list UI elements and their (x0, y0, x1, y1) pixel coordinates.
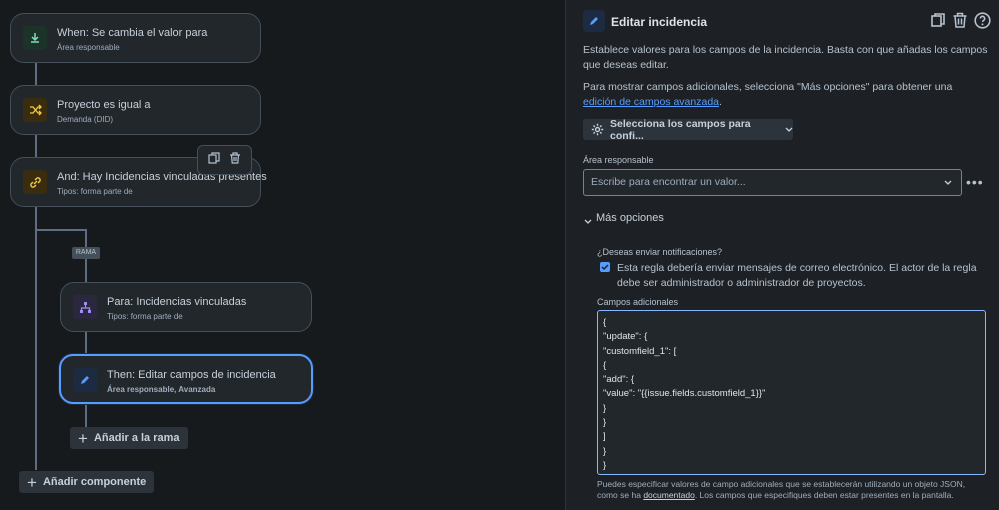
area-responsable-select[interactable]: Escribe para encontrar un valor... (583, 169, 962, 196)
field-label: Área responsable (583, 155, 654, 165)
plus-icon: + (78, 428, 88, 448)
trash-icon[interactable] (952, 12, 968, 34)
connector (35, 206, 37, 470)
card-toolbar (197, 145, 252, 175)
connector (35, 134, 37, 158)
chevron-down-icon (944, 170, 952, 195)
add-to-branch-label: Añadir a la rama (93, 432, 180, 444)
add-component-button[interactable]: + Añadir componente (19, 471, 155, 493)
connector (35, 62, 37, 86)
add-component-label: Añadir componente (42, 476, 147, 488)
advanced-edit-link[interactable]: edición de campos avanzada (583, 96, 719, 108)
branch-icon (73, 295, 97, 319)
rule-canvas: When: Se cambia el valor para Área respo… (0, 0, 565, 510)
panel-actions (930, 12, 991, 34)
help-text: Puedes especificar valores de campo adic… (597, 479, 986, 501)
help-icon[interactable] (974, 12, 991, 34)
rule-card-branch[interactable]: Para: Incidencias vinculadas Tipos: form… (60, 282, 312, 332)
add-to-branch-button[interactable]: + Añadir a la rama (70, 427, 188, 449)
connector (85, 331, 87, 355)
rule-card-action-selected[interactable]: Then: Editar campos de incidencia Área r… (59, 354, 313, 404)
select-fields-button[interactable]: Selecciona los campos para confi... (583, 117, 793, 142)
edit-issue-panel: Editar incidencia Establece valores para… (565, 0, 999, 510)
plus-icon: + (27, 472, 37, 492)
pencil-icon (583, 10, 605, 32)
additional-fields-json-input[interactable]: { "update": { "customfield_1": [ { "add"… (597, 310, 986, 475)
rule-card-trigger[interactable]: When: Se cambia el valor para Área respo… (10, 13, 261, 63)
select-fields-label: Selecciona los campos para confi... (610, 117, 751, 142)
card-title: Proyecto es igual a (57, 99, 151, 111)
gear-icon (591, 123, 604, 136)
branch-label: RAMA (72, 247, 100, 259)
notify-question: ¿Deseas enviar notificaciones? (597, 247, 723, 257)
notify-checkbox[interactable] (600, 262, 610, 272)
connector (35, 229, 87, 231)
more-options-label: Más opciones (596, 212, 664, 224)
select-placeholder: Escribe para encontrar un valor... (591, 176, 746, 188)
pencil-icon (73, 368, 97, 392)
duplicate-icon[interactable] (930, 12, 946, 34)
chevron-down-icon (785, 127, 793, 132)
chevron-down-icon (584, 215, 592, 227)
duplicate-icon[interactable] (208, 151, 220, 169)
card-subtitle: Área responsable (57, 43, 120, 52)
trash-icon[interactable] (229, 151, 241, 169)
panel-title: Editar incidencia (611, 15, 708, 29)
card-title: When: Se cambia el valor para (57, 27, 208, 39)
card-subtitle: Tipos: forma parte de (57, 187, 133, 196)
more-info-text: Para mostrar campos adicionales, selecci… (583, 80, 988, 109)
more-actions-icon[interactable]: ••• (966, 174, 984, 190)
documented-link[interactable]: documentado (643, 490, 695, 500)
intro-text: Establece valores para los campos de la … (583, 44, 988, 71)
rule-card-condition[interactable]: Proyecto es igual a Demanda (DID) (10, 85, 261, 135)
card-subtitle: Tipos: forma parte de (107, 312, 183, 321)
link-icon (23, 170, 47, 194)
shuffle-icon (23, 98, 47, 122)
help-suffix: . Los campos que especifiques deben esta… (694, 490, 954, 500)
card-title: Then: Editar campos de incidencia (107, 369, 276, 381)
more-info-prefix: Para mostrar campos adicionales, selecci… (583, 81, 953, 93)
trigger-icon (23, 26, 47, 50)
notify-checkbox-label: Esta regla debería enviar mensajes de co… (617, 262, 977, 289)
more-options-toggle[interactable]: Más opciones (584, 212, 664, 224)
card-title: Para: Incidencias vinculadas (107, 296, 247, 308)
card-subtitle: Área responsable, Avanzada (107, 385, 216, 394)
more-info-suffix: . (719, 95, 722, 108)
card-subtitle: Demanda (DID) (57, 115, 114, 124)
connector (85, 403, 87, 427)
additional-fields-label: Campos adicionales (597, 297, 679, 307)
